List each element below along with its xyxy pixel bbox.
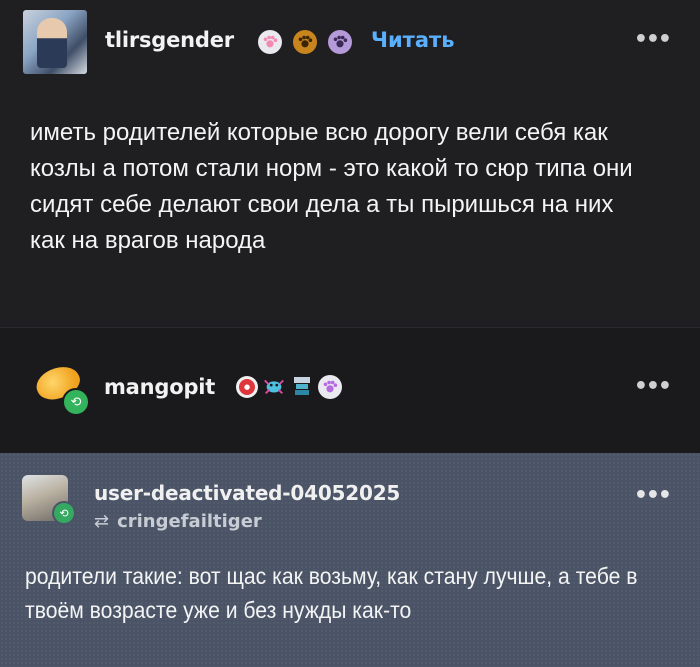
paw-badge-icon[interactable]: [258, 30, 282, 54]
follow-button[interactable]: Читать: [371, 28, 454, 52]
reblog-icon: ⟲: [62, 388, 90, 416]
reblog-arrow-icon: ⇄: [94, 511, 110, 532]
reblog-icon: ⟲: [52, 501, 76, 525]
reblog-source[interactable]: ⇄ cringefailtiger: [94, 511, 262, 532]
post-text: родители такие: вот щас как возьму, как …: [25, 563, 638, 623]
paw-badge-icon[interactable]: [328, 30, 352, 54]
robot-badge-icon[interactable]: [290, 374, 314, 398]
paw-badge-icon[interactable]: [293, 30, 317, 54]
avatar[interactable]: [23, 10, 87, 74]
post-reblog-quoted: ⟲ user-deactivated-04052025 ⇄ cringefailt…: [0, 453, 700, 667]
post-original: tlirsgender Читать ••• иметь родителей к…: [0, 0, 700, 327]
post-text: иметь родителей которые всю дорогу вели …: [30, 119, 633, 254]
more-dots-icon[interactable]: •••: [634, 374, 672, 399]
username[interactable]: tlirsgender: [105, 28, 234, 52]
more-dots-icon[interactable]: •••: [634, 27, 672, 52]
username[interactable]: mangopit: [104, 375, 215, 399]
paw-badge-icon[interactable]: [318, 375, 342, 399]
crab-badge-icon[interactable]: [262, 374, 286, 398]
username[interactable]: user-deactivated-04052025: [94, 481, 400, 505]
more-dots-icon[interactable]: •••: [634, 483, 672, 508]
post-reblog: ⟲ mangopit ● •••: [0, 327, 700, 453]
reblog-source-name[interactable]: cringefailtiger: [117, 511, 262, 532]
badge-icon[interactable]: ●: [236, 376, 258, 398]
